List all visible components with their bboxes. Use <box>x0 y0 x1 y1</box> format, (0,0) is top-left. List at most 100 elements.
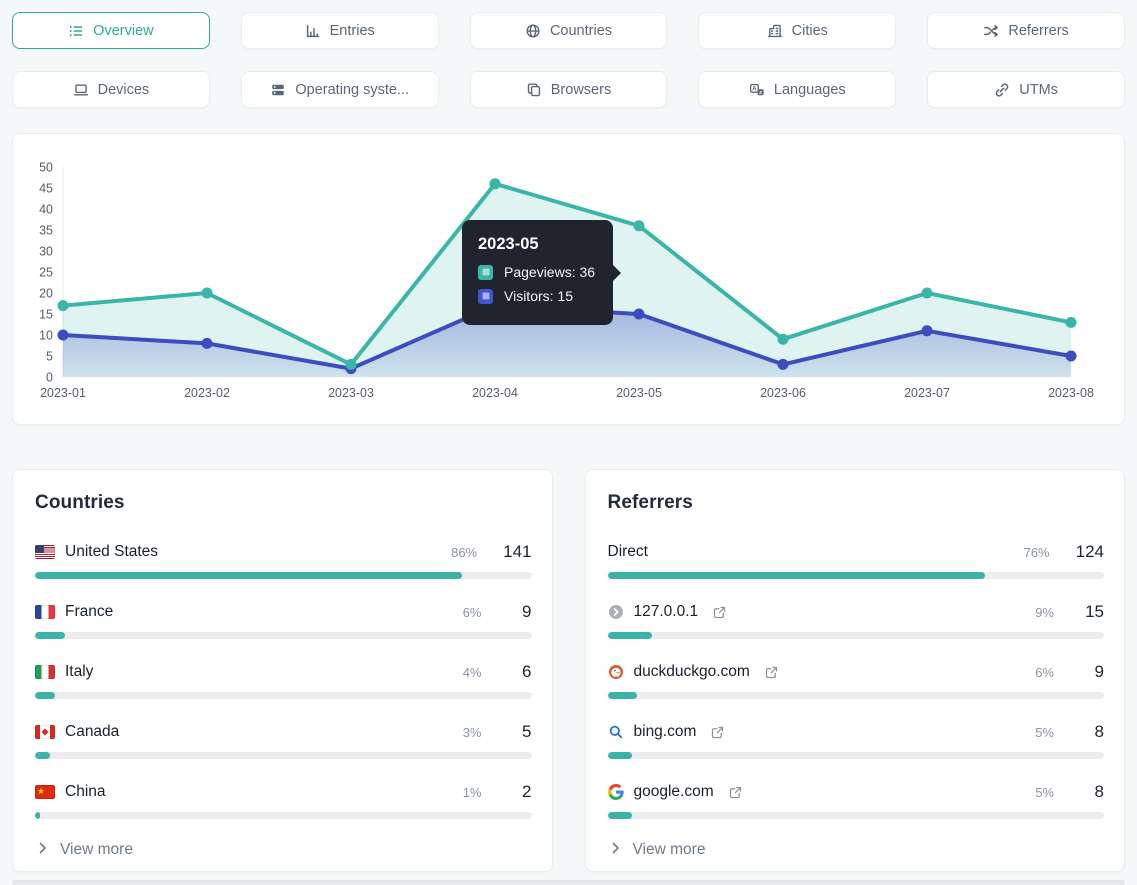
stat-label: bing.com <box>634 723 697 741</box>
tab-label: Operating syste... <box>295 82 409 98</box>
referrer-row-duckduckgo-com[interactable]: duckduckgo.com 6% 9 <box>608 661 1105 699</box>
tab-cities[interactable]: Cities <box>698 12 896 49</box>
country-row-italy[interactable]: Italy4%6 <box>35 661 532 699</box>
svg-text:2023-01: 2023-01 <box>40 386 86 400</box>
tab-devices[interactable]: Devices <box>12 71 210 108</box>
stat-count: 6 <box>508 662 532 682</box>
tab-label: Overview <box>93 23 153 39</box>
stat-count: 124 <box>1076 542 1104 562</box>
svg-text:2023-08: 2023-08 <box>1048 386 1094 400</box>
tooltip-title: 2023-05 <box>478 235 599 254</box>
tab-countries[interactable]: Countries <box>470 12 668 49</box>
stat-label: google.com <box>634 783 714 801</box>
stat-bar-fill <box>608 752 633 759</box>
browser-pages-icon <box>526 82 542 98</box>
stat-line: bing.com5%8 <box>608 721 1105 743</box>
flag-cn-icon <box>35 785 55 799</box>
tab-label: Referrers <box>1008 23 1068 39</box>
referrer-row-direct[interactable]: Direct76%124 <box>608 541 1105 579</box>
country-row-france[interactable]: France6%9 <box>35 601 532 639</box>
external-link-icon[interactable] <box>765 666 778 679</box>
buildings-icon <box>767 23 783 39</box>
stat-line: France6%9 <box>35 601 532 623</box>
stat-line: 127.0.0.19%15 <box>608 601 1105 623</box>
stat-count: 15 <box>1080 602 1104 622</box>
referrers-card: Referrers Direct76%124127.0.0.19%15duckd… <box>585 469 1126 872</box>
bar-chart-icon <box>305 23 321 39</box>
stat-line: United States86%141 <box>35 541 532 563</box>
tab-languages[interactable]: AZLanguages <box>698 71 896 108</box>
globe-icon <box>525 23 541 39</box>
svg-text:2023-04: 2023-04 <box>472 386 518 400</box>
y-axis: 05101520253035404550 <box>39 161 63 385</box>
tab-entries[interactable]: Entries <box>241 12 439 49</box>
svg-text:15: 15 <box>39 308 53 322</box>
svg-text:10: 10 <box>39 329 53 343</box>
external-link-icon[interactable] <box>711 726 724 739</box>
stat-bar-fill <box>35 692 55 699</box>
stat-bar-track <box>35 572 532 579</box>
svg-text:2023-07: 2023-07 <box>904 386 950 400</box>
svg-text:2023-05: 2023-05 <box>616 386 662 400</box>
stat-bar-fill <box>35 632 65 639</box>
countries-view-more[interactable]: View more <box>35 841 532 859</box>
stat-percent: 3% <box>448 725 482 740</box>
referrers-card-title: Referrers <box>608 492 1105 514</box>
external-link-icon[interactable] <box>713 606 726 619</box>
chart-tooltip: 2023-05 Pageviews: 36Visitors: 15 <box>462 220 613 325</box>
view-more-label: View more <box>60 841 133 859</box>
svg-text:30: 30 <box>39 245 53 259</box>
stat-label: Direct <box>608 543 648 561</box>
referrer-row-127-0-0-1[interactable]: 127.0.0.19%15 <box>608 601 1105 639</box>
referrers-list: Direct76%124127.0.0.19%15duckduckgo.com6… <box>608 541 1105 819</box>
stat-bar-fill <box>35 812 40 819</box>
stat-percent: 4% <box>448 665 482 680</box>
stat-bar-fill <box>35 752 50 759</box>
referrers-view-more[interactable]: View more <box>608 841 1105 859</box>
stat-bar-fill <box>608 692 638 699</box>
external-link-icon[interactable] <box>729 786 742 799</box>
series-marker-icon <box>478 265 493 280</box>
stat-bar-track <box>608 632 1105 639</box>
stat-bar-fill <box>608 572 985 579</box>
country-row-canada[interactable]: Canada3%5 <box>35 721 532 759</box>
flag-it-icon <box>35 665 55 679</box>
next-section-edge <box>12 880 1125 885</box>
referrer-row-bing-com[interactable]: bing.com5%8 <box>608 721 1105 759</box>
stats-tab-bar: Overview Entries Countries Cities Referrers D… <box>12 12 1125 108</box>
stat-bar-fill <box>608 632 653 639</box>
svg-text:Z: Z <box>759 89 762 95</box>
country-row-china[interactable]: China1%2 <box>35 781 532 819</box>
referrer-row-google-com[interactable]: google.com 5% 8 <box>608 781 1105 819</box>
stat-label: China <box>65 783 106 801</box>
country-row-united-states[interactable]: United States86%141 <box>35 541 532 579</box>
tab-overview[interactable]: Overview <box>12 12 210 49</box>
tab-operating-syste[interactable]: Operating syste... <box>241 71 439 108</box>
stat-percent: 6% <box>1020 665 1054 680</box>
stat-bar-track <box>35 812 532 819</box>
bing-icon <box>608 724 624 740</box>
stat-percent: 5% <box>1020 785 1054 800</box>
countries-card-title: Countries <box>35 492 532 514</box>
tab-utms[interactable]: UTMs <box>927 71 1125 108</box>
stat-label: duckduckgo.com <box>634 663 750 681</box>
duckduckgo-icon <box>608 664 624 680</box>
view-more-label: View more <box>633 841 706 859</box>
stat-bar-track <box>35 752 532 759</box>
countries-card: Countries United States86%141France6%9It… <box>12 469 553 872</box>
google-icon <box>608 784 624 800</box>
stat-line: google.com 5% 8 <box>608 781 1105 803</box>
tab-referrers[interactable]: Referrers <box>927 12 1125 49</box>
tooltip-row-visitors: Visitors: 15 <box>478 288 599 304</box>
stat-count: 8 <box>1080 782 1104 802</box>
stat-percent: 9% <box>1020 605 1054 620</box>
stat-cards-row: Countries United States86%141France6%9It… <box>12 469 1125 872</box>
stat-label: United States <box>65 543 158 561</box>
tab-label: Browsers <box>551 82 611 98</box>
tab-label: Devices <box>98 82 150 98</box>
tab-browsers[interactable]: Browsers <box>470 71 668 108</box>
stat-bar-track <box>35 692 532 699</box>
svg-text:20: 20 <box>39 287 53 301</box>
stat-count: 9 <box>1080 662 1104 682</box>
laptop-icon <box>73 82 89 98</box>
